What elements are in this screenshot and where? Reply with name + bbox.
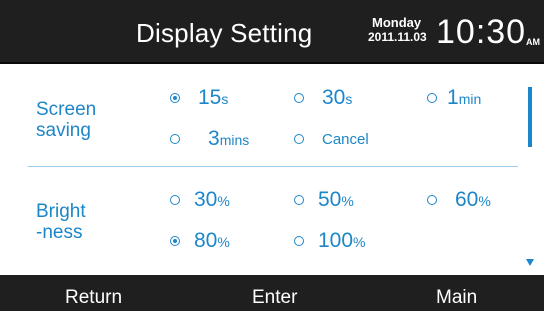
header-bar: Display Setting Monday 2011.11.03 10:30 …: [0, 0, 544, 64]
brightness-option-80[interactable]: 80%: [170, 230, 270, 256]
screen-saving-option-3mins[interactable]: 3mins: [170, 128, 280, 154]
settings-panel: Screen saving 15s 30s 1min 3mins Cancel …: [0, 64, 544, 274]
clock-time: 10:30: [436, 13, 527, 51]
day-of-week: Monday: [372, 15, 422, 30]
page-title: Display Setting: [136, 18, 313, 48]
radio-icon: [294, 195, 304, 205]
triangle-down-icon[interactable]: [526, 259, 534, 266]
screen-saving-option-15s[interactable]: 15s: [170, 87, 270, 113]
brightness-option-30[interactable]: 30%: [170, 189, 270, 215]
screen-saving-option-1min[interactable]: 1min: [427, 87, 522, 113]
radio-selected-icon: [170, 236, 180, 246]
scrollbar[interactable]: [528, 87, 532, 147]
brightness-option-50[interactable]: 50%: [294, 189, 394, 215]
radio-icon: [294, 134, 304, 144]
clock-ampm: AM: [526, 37, 540, 47]
footer-bar: Return Enter Main: [0, 275, 544, 311]
radio-selected-icon: [170, 93, 180, 103]
date-display: 2011.11.03: [368, 30, 427, 44]
radio-icon: [170, 134, 180, 144]
return-button[interactable]: Return: [65, 287, 122, 309]
radio-icon: [170, 195, 180, 205]
radio-icon: [294, 236, 304, 246]
screen-saving-option-30s[interactable]: 30s: [294, 87, 394, 113]
enter-button[interactable]: Enter: [252, 287, 297, 309]
radio-icon: [427, 195, 437, 205]
section-divider: [28, 166, 518, 167]
radio-icon: [427, 93, 437, 103]
screen-saving-label: Screen saving: [36, 99, 97, 141]
screen-saving-option-cancel[interactable]: Cancel: [294, 128, 404, 154]
main-button[interactable]: Main: [436, 287, 477, 309]
brightness-label: Bright -ness: [36, 201, 86, 243]
brightness-option-100[interactable]: 100%: [294, 230, 404, 256]
brightness-option-60[interactable]: 60%: [427, 189, 522, 215]
radio-icon: [294, 93, 304, 103]
